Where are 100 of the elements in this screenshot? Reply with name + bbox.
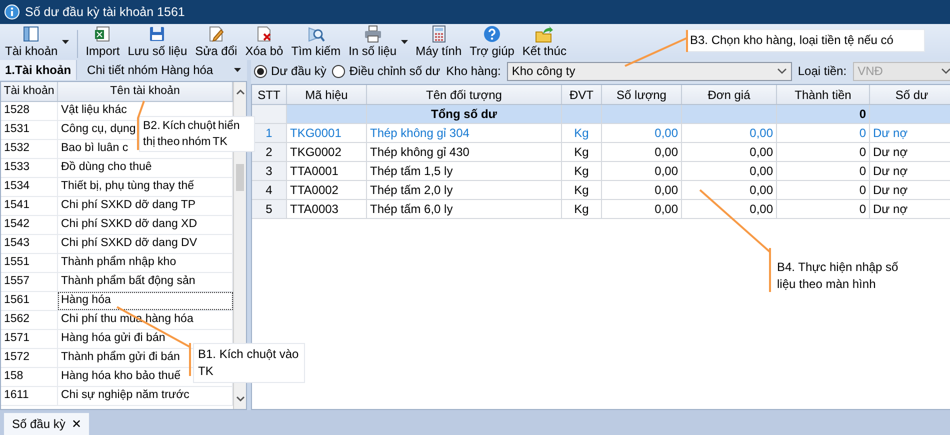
column-header: Tên tài khoản xyxy=(110,84,180,99)
table-cell-text: Thép tấm 1,5 ly xyxy=(370,163,453,180)
table-cell-text: 0,00 xyxy=(654,125,678,142)
table-cell[interactable]: Hàng hóa gửi đi bán xyxy=(61,330,166,348)
radio-label: Dư đầu kỳ xyxy=(271,63,326,80)
toolbar-button[interactable]: Máy tính xyxy=(412,25,465,58)
table-cell-text: 0,00 xyxy=(654,163,678,180)
table-cell[interactable]: TTA0001 xyxy=(290,162,338,180)
table-cell[interactable]: Hàng hóa xyxy=(61,292,111,310)
info-icon xyxy=(4,4,20,20)
toolbar-button[interactable]: Lưu số liệu xyxy=(124,25,190,58)
callout-text: B3. Chọn kho hàng, loại tiền tệ nếu có xyxy=(685,29,925,52)
leader-line xyxy=(624,29,688,67)
table-cell[interactable]: TKG0002 xyxy=(290,143,342,161)
table-cell-text: 1551 xyxy=(4,255,30,270)
toolbar-button[interactable]: Sửa đổi xyxy=(192,25,240,58)
help-icon xyxy=(483,25,502,43)
table-cell-text: 0,00 xyxy=(654,144,678,161)
table-cell[interactable]: Vật liệu khác xyxy=(61,102,127,120)
table-cell-text: Thép không gỉ 304 xyxy=(370,125,470,142)
table-cell[interactable]: Hàng hóa kho bảo thuế xyxy=(61,368,181,386)
caret-icon xyxy=(62,40,69,44)
panel-tab[interactable]: 1.Tài khoản xyxy=(0,60,78,80)
table-cell-text: 158 xyxy=(4,369,24,384)
table-cell-text: Thép tấm 6,0 ly xyxy=(370,201,453,218)
close-icon[interactable]: ✕ xyxy=(71,415,82,433)
table-cell-text: Dư nợ xyxy=(873,144,908,161)
table-cell-text: 1572 xyxy=(4,350,30,366)
table-cell-text: 0,00 xyxy=(654,201,678,218)
toolbar-button[interactable]: In số liệu xyxy=(346,25,411,58)
table-cell-text: 1557 xyxy=(4,274,30,290)
window-title: Số dư đầu kỳ tài khoản 1561 xyxy=(25,4,185,21)
column-header: Số dư xyxy=(895,86,928,104)
radio-label: Điều chỉnh số dư xyxy=(349,63,440,80)
folder-icon xyxy=(535,25,554,43)
table-cell[interactable]: Công cụ, dụng xyxy=(61,121,136,139)
column-header: Tài khoản xyxy=(4,84,54,99)
table-cell-text: Kg xyxy=(574,201,589,218)
table-cell[interactable]: Thành phẩm nhập kho xyxy=(61,254,176,272)
table-cell-text: 0,00 xyxy=(750,125,773,142)
toolbar-button[interactable]: Tài khoản xyxy=(2,25,72,58)
table-cell[interactable]: TKG0001 xyxy=(290,124,342,142)
table-cell-text: Kg xyxy=(574,163,589,180)
chevron-down-icon xyxy=(776,68,787,74)
edit-icon xyxy=(207,25,226,43)
caret-icon xyxy=(234,68,241,72)
toolbar-button[interactable]: Tìm kiếm xyxy=(288,25,344,58)
callout-text: B1. Kích chuột vào TK xyxy=(193,343,305,383)
toolbar-button[interactable]: Import xyxy=(82,25,123,58)
radio-button[interactable] xyxy=(254,64,267,78)
table-cell[interactable]: Thành phẩm bất động sản xyxy=(61,273,196,291)
scroll-up-icon[interactable] xyxy=(236,89,244,95)
calculator-icon xyxy=(430,25,448,43)
toolbar-button[interactable]: Kết thúc xyxy=(519,25,570,58)
table-cell[interactable]: Chi phí SXKD dỡ dang XD xyxy=(61,216,198,234)
table-cell[interactable]: Thành phẩm gửi đi bán xyxy=(61,349,180,367)
toolbar-button[interactable]: Xóa bỏ xyxy=(242,25,286,58)
table-cell-text: 0,00 xyxy=(750,201,773,218)
table-cell-text: Dư nợ xyxy=(873,201,908,218)
chevron-down-icon xyxy=(940,68,950,74)
table-cell-text: 1561 xyxy=(4,293,30,308)
scrollbar-thumb[interactable] xyxy=(236,164,244,191)
scroll-down-icon[interactable] xyxy=(236,396,244,402)
column-header: Mã hiệu xyxy=(305,86,348,104)
table-cell-text: 1533 xyxy=(4,160,30,176)
table-cell-text: 0 xyxy=(859,144,866,161)
table-cell-text: 1528 xyxy=(4,103,30,118)
spreadsheet-icon xyxy=(94,25,112,43)
warehouse-dropdown[interactable]: Kho công ty xyxy=(506,62,792,80)
toolbar-button[interactable]: Trợ giúp xyxy=(466,25,518,58)
table-cell-text: 0,00 xyxy=(750,182,773,199)
total-label: Tổng số dư xyxy=(430,106,497,123)
printer-icon xyxy=(364,25,382,43)
group-dropdown[interactable]: Chi tiết nhóm Hàng hóa xyxy=(77,60,247,80)
table-cell[interactable]: Chi phí SXKD dỡ dang DV xyxy=(61,235,198,253)
document-tab[interactable]: Số đầu kỳ ✕ xyxy=(4,413,90,435)
table-cell-text: 0 xyxy=(859,163,866,180)
table-cell[interactable]: TTA0003 xyxy=(290,200,338,218)
field-label: Kho hàng: xyxy=(446,63,501,80)
table-cell[interactable]: Chi phí SXKD dỡ dang TP xyxy=(61,197,196,215)
save-icon xyxy=(148,25,166,43)
table-cell[interactable]: TTA0002 xyxy=(290,181,338,199)
table-cell-text: 3 xyxy=(266,163,272,180)
table-cell-text: 0 xyxy=(859,201,866,218)
table-cell-text: 1534 xyxy=(4,179,30,194)
table-cell[interactable]: Bao bì luân c xyxy=(61,140,128,158)
table-cell-text: Dư nợ xyxy=(873,125,908,142)
table-cell[interactable]: Chi sự nghiệp năm trước xyxy=(61,387,190,405)
table-cell-text: 0 xyxy=(859,125,866,142)
radio-button[interactable] xyxy=(332,64,346,78)
field-label: Loại tiền: xyxy=(798,63,847,80)
callout-text: B2. Kích chuột hiển thị theo nhóm TK xyxy=(139,116,255,152)
table-cell-text: 1542 xyxy=(4,217,30,232)
table-cell[interactable]: Thiết bị, phụ tùng thay thế xyxy=(61,178,194,196)
table-cell-text: 0,00 xyxy=(654,182,678,199)
table-cell-text: 1543 xyxy=(4,236,30,252)
column-header: Thành tiền xyxy=(794,86,852,104)
table-cell-text: Dư nợ xyxy=(873,182,908,199)
column-header: STT xyxy=(258,86,280,104)
table-cell[interactable]: Đồ dùng cho thuê xyxy=(61,159,152,177)
